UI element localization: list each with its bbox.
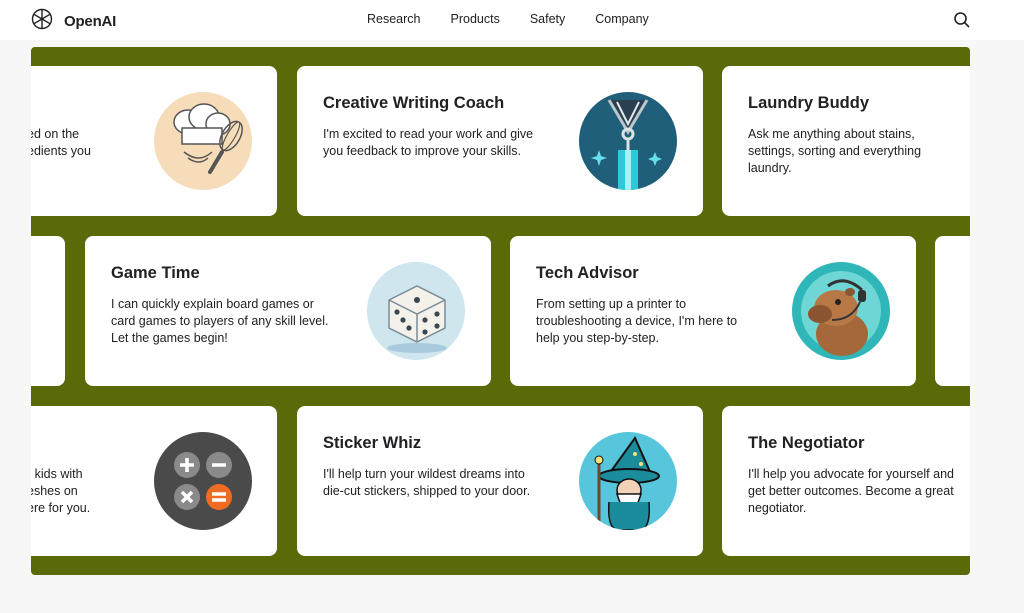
brand-link[interactable]: OpenAI [30,7,116,36]
brand-name: OpenAI [64,13,117,30]
card-description: I'll help you advocate for yourself and … [748,467,954,515]
openai-logo-icon [30,7,54,36]
gpt-card-laundry-buddy[interactable]: Laundry Buddy Ask me anything about stai… [722,66,970,216]
dice-icon [367,262,465,360]
gpt-card-math[interactable]: r kids with eshes on ere for you. [31,406,277,556]
gpt-card-tech-advisor[interactable]: Tech Advisor From setting up a printer t… [510,236,916,386]
nav-products[interactable]: Products [451,12,500,26]
card-description: From setting up a printer to troubleshoo… [536,297,738,345]
wizard-sticker-icon [579,432,677,530]
card-title: Laundry Buddy [748,94,870,112]
card-description: I can quickly explain board games or car… [111,297,329,345]
nav-company[interactable]: Company [595,12,649,26]
main-nav: Research Products Safety Company [367,12,649,26]
calculator-icon [154,432,252,530]
card-title: Creative Writing Coach [323,94,505,112]
nav-safety[interactable]: Safety [530,12,565,26]
card-title: Game Time [111,264,200,282]
nav-research[interactable]: Research [367,12,421,26]
card-title: The Negotiator [748,434,865,452]
chef-hat-whisk-icon [154,92,252,190]
gpt-card-partial[interactable] [935,236,970,386]
gpt-card-partial[interactable] [31,236,65,386]
card-title: Sticker Whiz [323,434,422,452]
capybara-headset-icon [792,262,890,360]
search-icon[interactable] [953,11,971,29]
gpt-card-sticker-whiz[interactable]: Sticker Whiz I'll help turn your wildest… [297,406,703,556]
card-description: Ask me anything about stains, settings, … [748,127,922,175]
fountain-pen-icon [579,92,677,190]
card-description: I'll help turn your wildest dreams into … [323,467,531,498]
card-description: ed on the edients you [31,127,91,158]
card-description: r kids with eshes on ere for you. [31,467,91,515]
card-description: I'm excited to read your work and give y… [323,127,534,158]
gpt-card-game-time[interactable]: Game Time I can quickly explain board ga… [85,236,491,386]
gpt-card-creative-writing-coach[interactable]: Creative Writing Coach I'm excited to re… [297,66,703,216]
top-navigation: OpenAI Research Products Safety Company [0,0,1024,40]
gpt-card-the-negotiator[interactable]: The Negotiator I'll help you advocate fo… [722,406,970,556]
gpt-showcase-carousel: ed on the edients you Creative Writing C… [31,47,970,575]
card-title: Tech Advisor [536,264,639,282]
gpt-card-chef[interactable]: ed on the edients you [31,66,277,216]
